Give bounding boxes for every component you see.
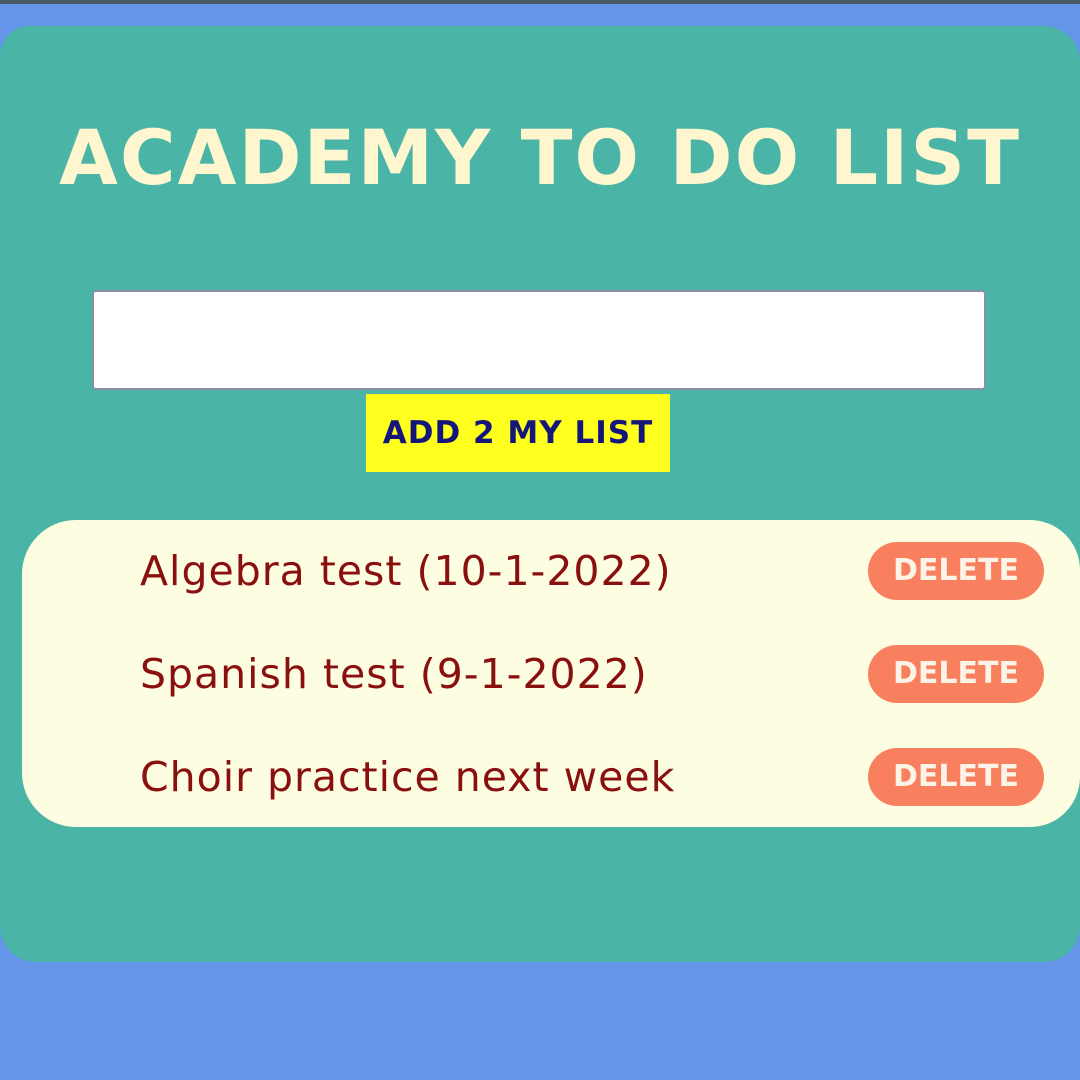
todo-input[interactable]: [92, 290, 986, 390]
todo-item-text: Spanish test (9-1-2022): [140, 650, 648, 698]
window-top-border: [0, 0, 1080, 4]
todo-item-text: Choir practice next week: [140, 753, 676, 801]
page-title: ACADEMY TO DO LIST: [59, 113, 1021, 202]
list-item: Algebra test (10-1-2022) DELETE: [22, 526, 1080, 616]
delete-button[interactable]: DELETE: [868, 645, 1044, 703]
add-to-list-button[interactable]: ADD 2 MY LIST: [366, 394, 670, 472]
delete-button[interactable]: DELETE: [868, 542, 1044, 600]
delete-button[interactable]: DELETE: [868, 748, 1044, 806]
list-item: Spanish test (9-1-2022) DELETE: [22, 629, 1080, 719]
list-item: Choir practice next week DELETE: [22, 732, 1080, 822]
todo-item-text: Algebra test (10-1-2022): [140, 547, 672, 595]
todo-list: Algebra test (10-1-2022) DELETE Spanish …: [22, 520, 1080, 827]
